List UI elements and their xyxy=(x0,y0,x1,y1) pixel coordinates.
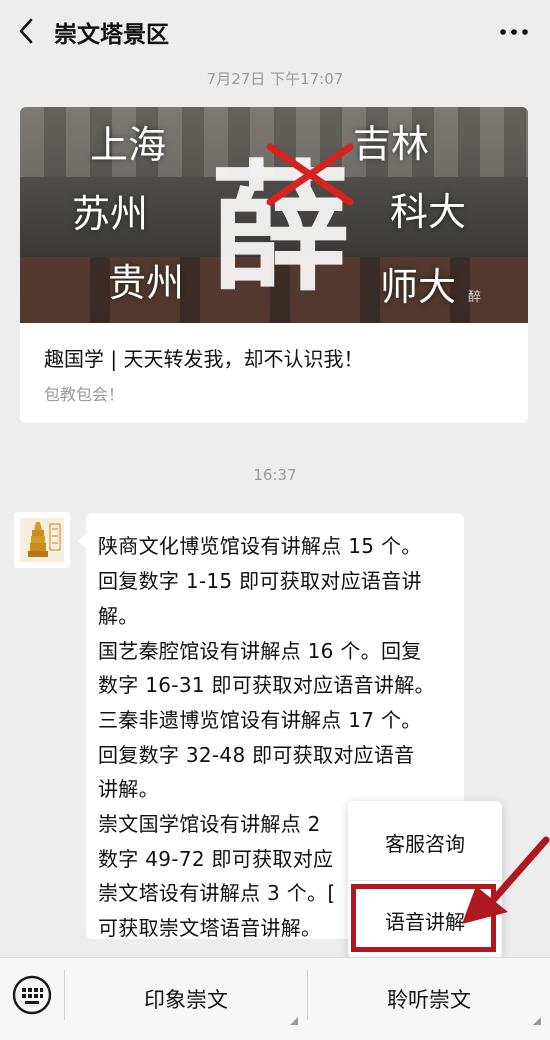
message-line: 国艺秦腔馆设有讲解点 16 个。回复 xyxy=(98,639,422,663)
keyboard-icon[interactable] xyxy=(12,975,52,1015)
cover-city-label: 师大 xyxy=(380,265,457,309)
cover-seal-logo: 醉 xyxy=(468,290,482,305)
menu-button-label: 聆听崇文 xyxy=(387,987,471,1012)
cover-city-label: 吉林 xyxy=(353,122,430,166)
message-line: 崇文塔设有讲解点 3 个。[ xyxy=(98,881,336,905)
cover-city-label: 科大 xyxy=(390,190,467,234)
cover-city-label: 苏州 xyxy=(72,192,149,236)
top-bar: 崇文塔景区 xyxy=(0,0,550,64)
message-line: 数字 16-31 即可获取对应语音讲解。 xyxy=(98,673,435,697)
article-title: 趣国学 | 天天转发我，却不认识我！ xyxy=(44,347,364,371)
message-line: 陕商文化博览馆设有讲解点 15 个。 xyxy=(98,534,422,558)
message-line: 解。 xyxy=(98,604,139,628)
avatar[interactable] xyxy=(14,512,70,568)
cover-city-label: 上海 xyxy=(90,123,167,167)
message-line: 讲解。 xyxy=(98,777,159,801)
message-line: 可获取崇文塔语音讲解。 xyxy=(98,916,322,940)
calligraphy-crossed-icon: 薛 xyxy=(210,143,354,297)
submenu-indicator-icon xyxy=(533,1017,541,1025)
message-line: 三秦非遗博览馆设有讲解点 17 个。 xyxy=(98,708,422,732)
message-line: 崇文国学馆设有讲解点 2 xyxy=(98,812,321,836)
article-card[interactable]: 薛 上海 吉林 苏州 科大 贵州 师大 醉 趣国学 | 天天转发我，却不认识我！… xyxy=(20,107,528,423)
red-arrow-icon xyxy=(462,836,550,924)
message-line: 回复数字 1-15 即可获取对应语音讲 xyxy=(98,569,422,593)
menu-button-impression[interactable]: 印象崇文 xyxy=(65,957,307,1040)
submenu-indicator-icon xyxy=(290,1017,298,1025)
message-line: 回复数字 32-48 即可获取对应语音 xyxy=(98,743,415,767)
article-cover-image: 薛 上海 吉林 苏州 科大 贵州 师大 醉 xyxy=(20,107,528,323)
cover-city-label: 贵州 xyxy=(108,261,185,305)
chat-timestamp: 7月27日 下午17:07 xyxy=(206,70,344,88)
chat-timestamp: 16:37 xyxy=(253,466,297,484)
article-description: 包教包会！ xyxy=(44,385,125,404)
more-dots-icon[interactable] xyxy=(500,29,528,35)
cover-main-glyph: 薛 xyxy=(210,148,350,297)
page-title: 崇文塔景区 xyxy=(54,22,169,48)
chevron-left-icon[interactable] xyxy=(14,17,40,45)
menu-button-listen[interactable]: 聆听崇文 xyxy=(308,957,550,1040)
menu-button-label: 印象崇文 xyxy=(144,987,228,1012)
message-line: 数字 49-72 即可获取对应 xyxy=(98,847,334,871)
